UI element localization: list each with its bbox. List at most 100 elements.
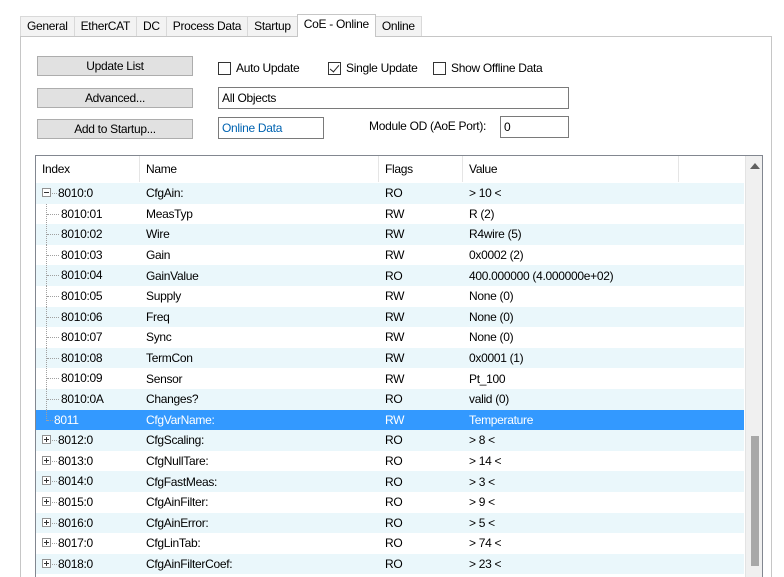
tree-line (47, 234, 59, 236)
row-flags: RW (385, 309, 405, 324)
update-list-button[interactable]: Update List (37, 56, 193, 76)
row-value: None (0) (469, 330, 514, 345)
row-index: 8010:07 (61, 330, 103, 345)
row-value: Temperature (469, 412, 534, 427)
row-flags: RW (385, 330, 405, 345)
row-name: Freq (146, 309, 170, 324)
list-row[interactable]: 8011 CfgVarName: RW Temperature (36, 409, 744, 431)
row-index: 8012:0 (58, 433, 93, 448)
expand-plus-icon[interactable] (42, 558, 51, 568)
row-name: CfgNullTare: (146, 454, 209, 469)
tab-general[interactable]: General (20, 16, 75, 36)
auto-update-checkbox[interactable]: Auto Update (218, 61, 300, 75)
list-row[interactable]: 8010:08 TermCon RW 0x0001 (1) (36, 347, 744, 369)
row-name: Sync (146, 330, 172, 345)
list-row[interactable]: 8010:0A Changes? RO valid (0) (36, 388, 744, 410)
row-flags: RO (385, 186, 403, 201)
row-index: 8010:06 (61, 309, 103, 324)
expand-plus-icon[interactable] (42, 435, 51, 445)
list-row[interactable]: 8010:01 MeasTyp RW R (2) (36, 203, 744, 225)
tree-line (47, 213, 59, 215)
row-value: > 23 < (469, 556, 502, 571)
list-row[interactable]: 8013:0 CfgNullTare: RO > 14 < (36, 451, 744, 472)
row-index-cell: 8010:0 (36, 183, 140, 204)
show-offline-data-checkbox[interactable]: Show Offline Data (433, 61, 543, 75)
row-index-cell: 8014:0 (36, 471, 140, 492)
row-index: 8010:05 (61, 288, 103, 303)
row-index-cell: 8016:0 (36, 513, 140, 534)
checkbox-box[interactable] (328, 61, 341, 75)
row-index: 8013:0 (58, 453, 93, 468)
list-row[interactable]: 8010:03 Gain RW 0x0002 (2) (36, 244, 744, 266)
expand-plus-icon[interactable] (42, 517, 51, 527)
row-value: 400.000000 (4.000000e+02) (469, 268, 614, 283)
row-index: 8017:0 (58, 536, 93, 551)
list-rows: 8010:0 CfgAin: RO > 10 < 8010:01 MeasTyp RW R (… (36, 183, 744, 575)
list-row[interactable]: 8010:09 Sensor RW Pt_100 (36, 368, 744, 390)
expand-plus-icon[interactable] (42, 538, 51, 548)
list-row[interactable]: 8010:04 GainValue RO 400.000000 (4.000000e+… (36, 265, 744, 287)
list-row[interactable]: 8010:07 Sync RW None (0) (36, 327, 744, 349)
row-flags: RO (385, 474, 403, 489)
list-row[interactable]: 8018:0 CfgAinFilterCoef: RO > 23 < (36, 553, 744, 575)
tab-coe-online[interactable]: CoE - Online (296, 14, 376, 37)
list-row[interactable]: 8010:05 Supply RW None (0) (36, 285, 744, 307)
list-row[interactable]: 8016:0 CfgAinError: RO > 5 < (36, 512, 744, 534)
tree-line (47, 275, 59, 277)
tab-online[interactable]: Online (374, 16, 422, 36)
list-row[interactable]: 8010:06 Freq RW None (0) (36, 306, 744, 328)
row-value: > 9 < (469, 495, 495, 510)
column-header-flags[interactable]: Flags (379, 156, 463, 182)
row-value: > 10 < (469, 186, 502, 201)
row-name: CfgScaling: (146, 433, 205, 448)
tree-line (52, 193, 57, 194)
scrollbar-thumb[interactable] (751, 436, 759, 566)
row-value: None (0) (469, 309, 514, 324)
tree-line (52, 522, 57, 524)
column-header-name[interactable]: Name (140, 156, 379, 182)
row-index-cell: 8010:03 (36, 244, 140, 266)
collapse-minus-icon[interactable] (42, 188, 51, 197)
list-row[interactable]: 8010:02 Wire RW R4wire (5) (36, 224, 744, 246)
column-header-value[interactable]: Value (463, 156, 679, 182)
expand-plus-icon[interactable] (42, 496, 51, 506)
list-row[interactable]: 8012:0 CfgScaling: RO > 8 < (36, 430, 744, 451)
list-row[interactable]: 8015:0 CfgAinFilter: RO > 9 < (36, 492, 744, 513)
list-row[interactable]: 8010:0 CfgAin: RO > 10 < (36, 183, 744, 204)
tree-line (52, 543, 57, 545)
row-flags: RW (385, 351, 405, 366)
expand-plus-icon[interactable] (42, 476, 51, 486)
expand-plus-icon[interactable] (42, 455, 51, 465)
column-header-index[interactable]: Index (36, 156, 140, 182)
list-row[interactable]: 8014:0 CfgFastMeas: RO > 3 < (36, 471, 744, 492)
tab-dc[interactable]: DC (136, 16, 167, 36)
row-index-cell: 8010:07 (36, 327, 140, 349)
row-value: 0x0002 (2) (469, 248, 524, 263)
tab-ethercat[interactable]: EtherCAT (73, 16, 137, 36)
list-row[interactable]: 8017:0 CfgLinTab: RO > 74 < (36, 533, 744, 554)
row-index-cell: 8012:0 (36, 430, 140, 451)
row-flags: RO (385, 433, 403, 448)
row-flags: RW (385, 227, 405, 242)
row-index: 8010:09 (61, 371, 103, 386)
row-index: 8015:0 (58, 494, 93, 509)
checkbox-box[interactable] (218, 61, 231, 75)
tree-line (47, 378, 59, 380)
row-flags: RW (385, 289, 405, 304)
tab-process-data[interactable]: Process Data (165, 16, 249, 36)
tree-line (52, 440, 57, 442)
row-index: 8010:04 (61, 268, 103, 283)
checkbox-box[interactable] (433, 61, 446, 75)
scroll-up-arrow-icon[interactable] (750, 163, 760, 169)
row-flags: RW (385, 412, 405, 427)
row-name: CfgFastMeas: (146, 474, 218, 489)
module-od-input[interactable]: 0 (500, 116, 569, 138)
single-update-checkbox[interactable]: Single Update (328, 61, 418, 75)
row-flags: RW (385, 206, 405, 221)
row-value: valid (0) (469, 392, 509, 407)
vertical-scrollbar[interactable] (745, 156, 762, 577)
advanced-button[interactable]: Advanced... (37, 88, 193, 108)
object-filter-field[interactable]: All Objects (218, 87, 569, 109)
add-to-startup-button[interactable]: Add to Startup... (37, 119, 193, 139)
tab-startup[interactable]: Startup (247, 16, 298, 36)
